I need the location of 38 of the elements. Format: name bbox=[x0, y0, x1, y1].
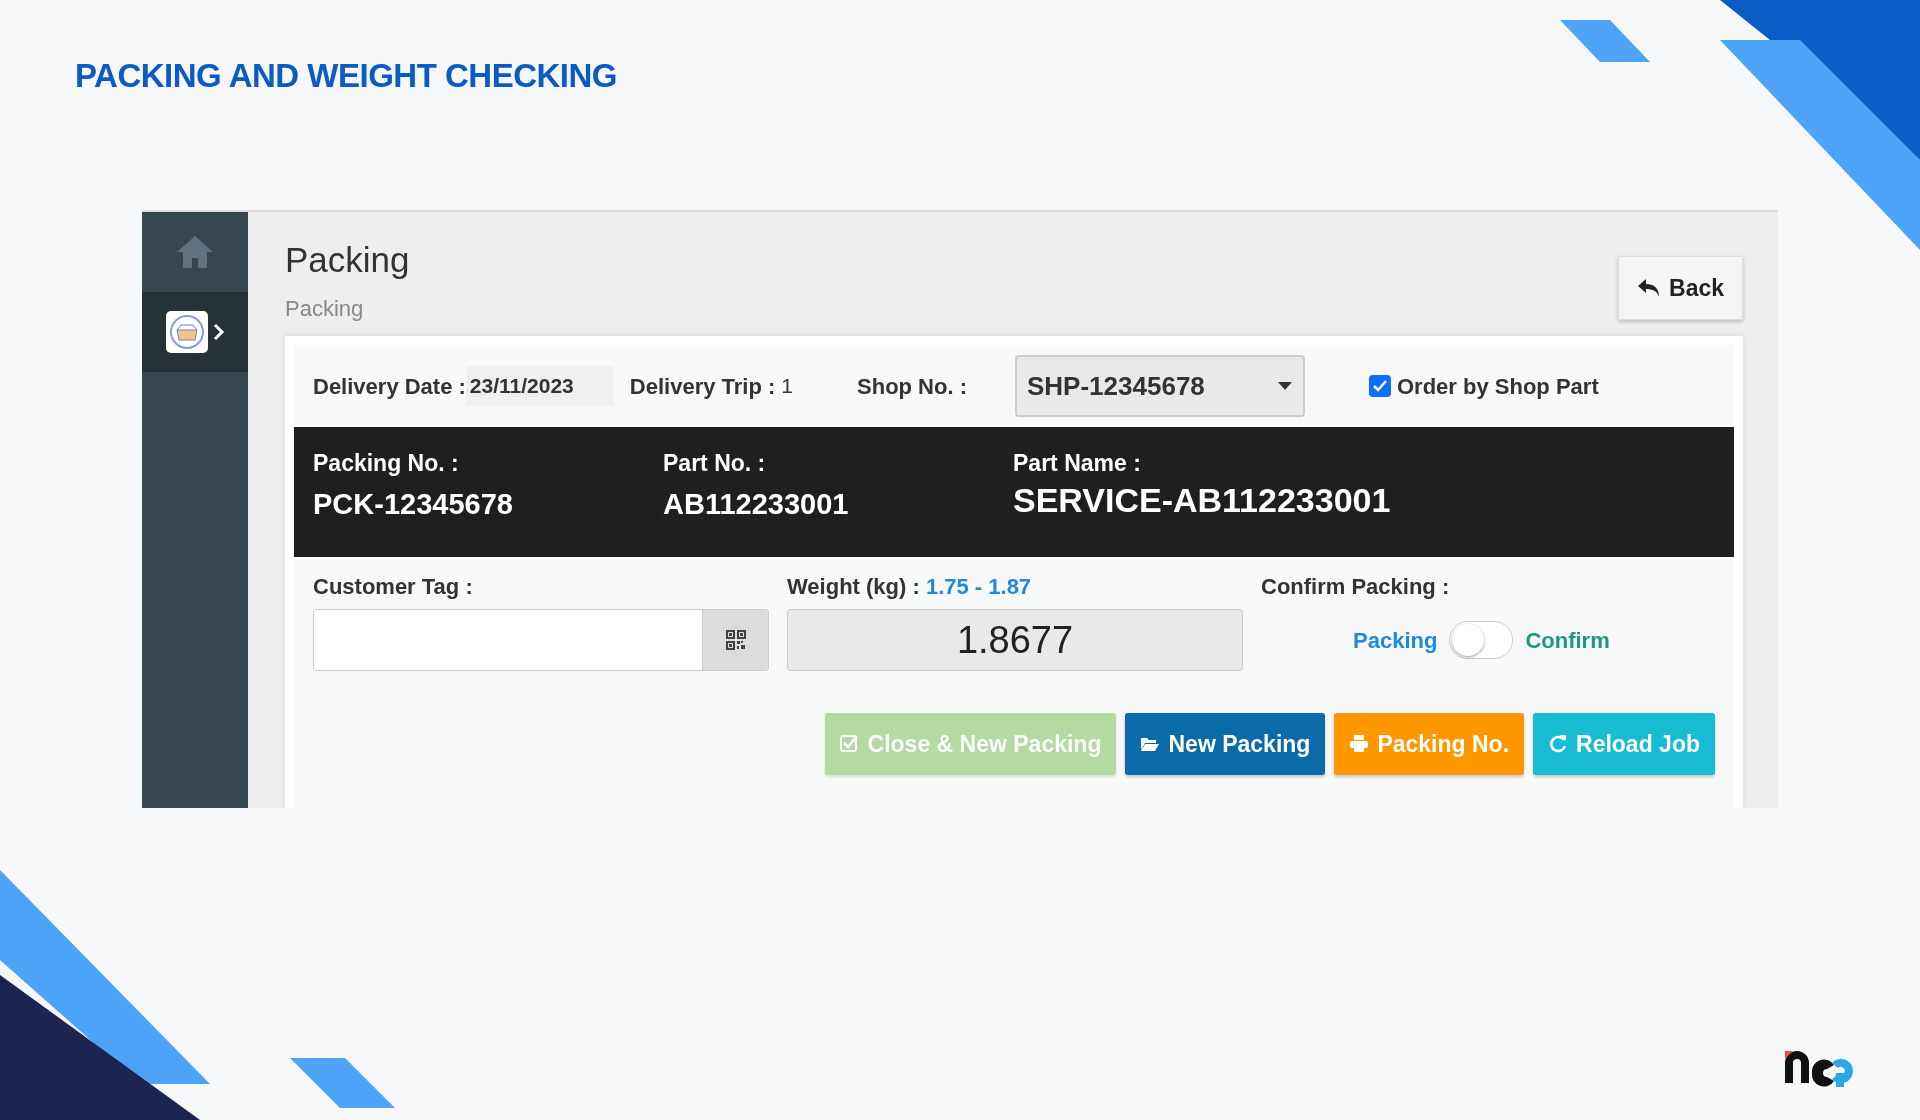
info-value: AB112233001 bbox=[663, 487, 850, 521]
breadcrumb: Packing bbox=[285, 296, 364, 322]
field-label: Confirm Packing : bbox=[1261, 573, 1451, 601]
date-value: 23/11/2023 bbox=[465, 366, 614, 406]
info-value: SERVICE-AB112233001 bbox=[1013, 483, 1392, 517]
toggle-label: Confirm bbox=[1525, 626, 1610, 655]
action-button[interactable]: New Packing bbox=[1125, 713, 1326, 775]
checkmark-icon bbox=[1373, 380, 1387, 392]
field-label: Delivery Trip : bbox=[629, 372, 776, 401]
toggle-switch[interactable] bbox=[1449, 621, 1514, 659]
toggle-label: Packing bbox=[1353, 626, 1438, 655]
page-title: Packing bbox=[285, 240, 410, 280]
sidebar-item[interactable] bbox=[142, 292, 248, 372]
check-square-icon bbox=[839, 734, 860, 754]
trip-value: 1 bbox=[781, 373, 793, 400]
refresh-icon bbox=[1548, 734, 1569, 754]
input-field[interactable] bbox=[313, 609, 769, 671]
field-label: Shop No. : bbox=[857, 372, 967, 401]
box-icon bbox=[165, 310, 209, 354]
checkbox[interactable] bbox=[1369, 375, 1391, 397]
printer-icon bbox=[1349, 734, 1370, 754]
info-label: Packing No. : bbox=[313, 449, 460, 477]
info-value: PCK-12345678 bbox=[313, 487, 514, 521]
qr-code-icon bbox=[725, 630, 746, 650]
back-button[interactable]: Back bbox=[1618, 256, 1743, 320]
field-label: Weight (kg) : bbox=[787, 574, 921, 599]
info-label: Part No. : bbox=[663, 449, 767, 477]
weight-field[interactable]: 1.8677 bbox=[787, 609, 1243, 671]
slide-title: PACKING AND WEIGHT CHECKING bbox=[75, 56, 617, 96]
shop-select[interactable]: SHP-12345678 bbox=[1015, 355, 1305, 417]
info-label: Part Name : bbox=[1013, 449, 1142, 477]
caret-icon bbox=[1277, 381, 1293, 391]
weight-range: 1.75 - 1.87 bbox=[925, 574, 1032, 599]
field-label: Customer Tag : bbox=[313, 573, 474, 601]
checkbox-label: Order by Shop Part bbox=[1397, 372, 1599, 401]
chevron-icon bbox=[213, 323, 225, 341]
field-label: Delivery Date : bbox=[313, 372, 466, 401]
back-arrow-icon bbox=[1637, 278, 1661, 298]
